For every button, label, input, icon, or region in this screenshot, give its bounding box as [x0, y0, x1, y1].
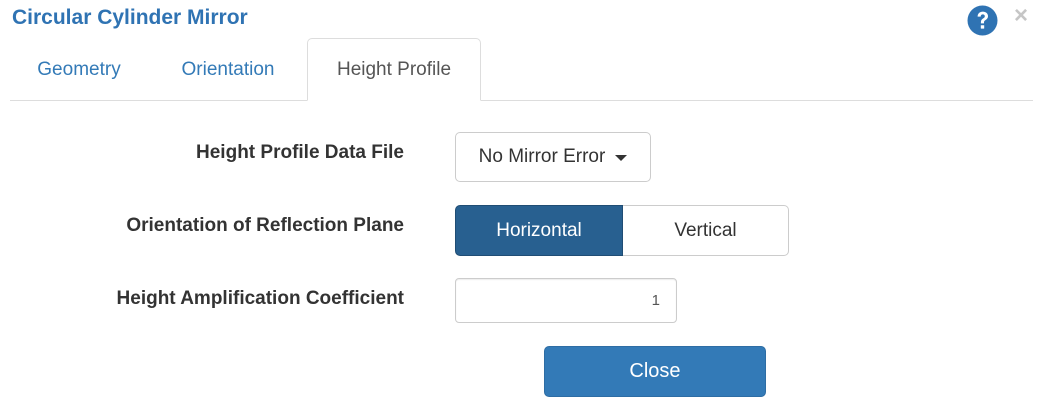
close-icon[interactable]: ×	[1014, 2, 1028, 30]
data-file-selected: No Mirror Error	[478, 146, 606, 167]
close-button[interactable]: Close	[544, 346, 766, 397]
tab-bar: Geometry Orientation Height Profile	[10, 38, 1033, 101]
reflection-plane-label: Orientation of Reflection Plane	[126, 215, 404, 236]
tab-height-profile[interactable]: Height Profile	[307, 38, 481, 101]
amplification-input[interactable]	[455, 278, 677, 323]
data-file-label: Height Profile Data File	[196, 142, 404, 163]
help-icon[interactable]	[967, 5, 998, 36]
reflection-plane-toggle: Horizontal Vertical	[455, 205, 789, 256]
data-file-dropdown[interactable]: No Mirror Error	[455, 132, 651, 182]
amplification-label: Height Amplification Coefficient	[116, 288, 404, 309]
tab-geometry[interactable]: Geometry	[14, 38, 144, 98]
tab-orientation[interactable]: Orientation	[158, 38, 298, 98]
vertical-button[interactable]: Vertical	[623, 205, 789, 256]
horizontal-button[interactable]: Horizontal	[455, 205, 623, 256]
caret-down-icon	[615, 155, 628, 161]
dialog-title: Circular Cylinder Mirror	[12, 6, 248, 29]
